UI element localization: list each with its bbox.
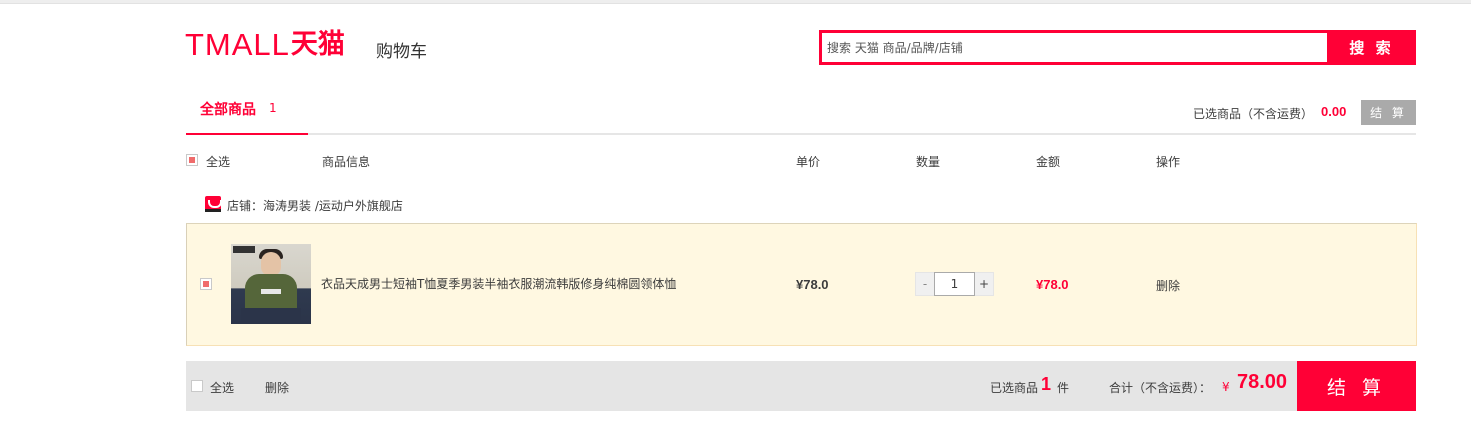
col-amount: 金额 [1036, 155, 1061, 169]
tab-count: 1 [269, 101, 277, 115]
selected-count: 1 [1041, 374, 1052, 394]
tmall-shop-icon [205, 196, 222, 212]
thumbnail-face [261, 252, 281, 276]
product-thumbnail[interactable] [231, 244, 311, 324]
col-select-all: 全选 [206, 155, 231, 169]
shop-label: 店铺： [227, 199, 264, 213]
tab-label: 全部商品 [200, 102, 256, 118]
thumbnail-brand-tag [233, 246, 255, 253]
selected-count-label: 已选商品 [990, 381, 1039, 395]
col-quantity: 数量 [916, 155, 941, 169]
col-actions: 操作 [1156, 155, 1181, 169]
total-label: 合计（不含运费）： [1109, 381, 1212, 395]
select-all-checkbox[interactable] [186, 154, 198, 166]
logo-text-en: TMALL [185, 27, 290, 62]
shop-name[interactable]: 店铺：海涛男装 /运动户外旗舰店 [227, 197, 403, 214]
bottom-action-bar [186, 361, 1416, 411]
search-box [819, 30, 1327, 65]
col-product-info: 商品信息 [322, 155, 371, 169]
shop-link[interactable]: 海涛男装 /运动户外旗舰店 [263, 199, 403, 213]
search-input[interactable] [822, 33, 1327, 62]
top-border [0, 0, 1471, 4]
top-checkout-button[interactable]: 结 算 [1361, 100, 1416, 125]
qty-increase-button[interactable]: + [975, 272, 994, 296]
page-title: 购物车 [376, 42, 427, 62]
thumbnail-shirt-print [261, 289, 281, 294]
item-checkbox[interactable] [200, 278, 212, 290]
qty-decrease-button[interactable]: - [915, 272, 934, 296]
bottom-select-all-checkbox[interactable] [191, 380, 203, 392]
quantity-input[interactable] [934, 272, 975, 296]
col-unit-price: 单价 [796, 155, 821, 169]
selected-summary-label: 已选商品（不含运费） [1193, 107, 1314, 121]
thumbnail-legs [241, 308, 301, 324]
item-delete-link[interactable]: 删除 [1156, 277, 1180, 294]
tabs-divider [186, 133, 1416, 135]
bottom-select-all-label[interactable]: 全选 [210, 379, 234, 396]
total-amount: 78.00 [1237, 371, 1288, 393]
tmall-logo[interactable]: TMALL 天猫 [185, 29, 345, 61]
product-title-link[interactable]: 衣品天成男士短袖T恤夏季男装半袖衣服潮流韩版修身纯棉圆领体恤 [321, 275, 676, 292]
logo-text-cn: 天猫 [290, 29, 345, 60]
selected-total: 0.00 [1321, 104, 1347, 119]
selected-count-unit: 件 [1057, 381, 1070, 395]
checkout-button[interactable]: 结 算 [1297, 361, 1416, 411]
tab-all-items[interactable]: 全部商品 1 [186, 94, 308, 135]
bottom-delete-link[interactable]: 删除 [265, 379, 289, 396]
currency-symbol: ¥ [1222, 380, 1230, 394]
unit-price: ¥78.0 [796, 277, 829, 292]
search-button[interactable]: 搜 索 [1327, 30, 1416, 65]
item-amount: ¥78.0 [1036, 277, 1069, 292]
